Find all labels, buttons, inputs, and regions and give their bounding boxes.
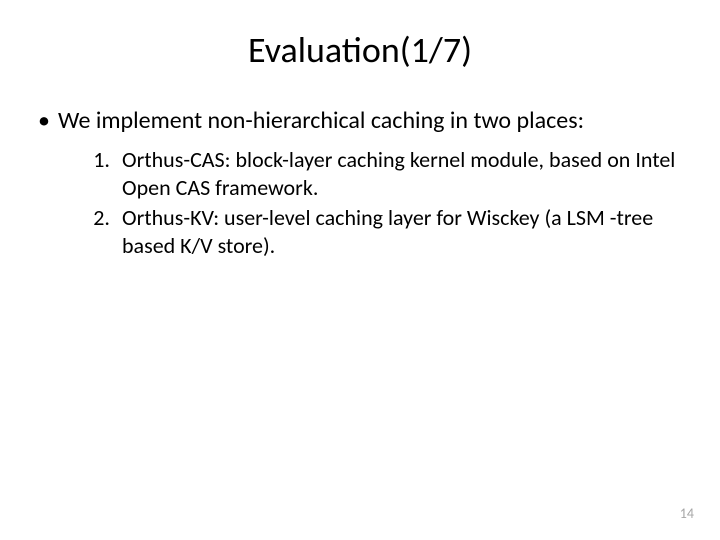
bullet-marker: • [38,106,58,136]
slide-title: Evaluation(1/7) [0,0,720,72]
bullet-item: • We implement non-hierarchical caching … [38,106,682,136]
bullet-text: We implement non-hierarchical caching in… [58,106,584,136]
list-number: 1. [82,146,122,174]
list-item: 2. Orthus-KV: user-level caching layer f… [82,204,682,260]
list-number: 2. [82,204,122,232]
page-number: 14 [680,505,694,522]
list-text: Orthus-KV: user-level caching layer for … [122,204,682,260]
list-item: 1. Orthus-CAS: block-layer caching kerne… [82,146,682,202]
list-text: Orthus-CAS: block-layer caching kernel m… [122,146,682,202]
